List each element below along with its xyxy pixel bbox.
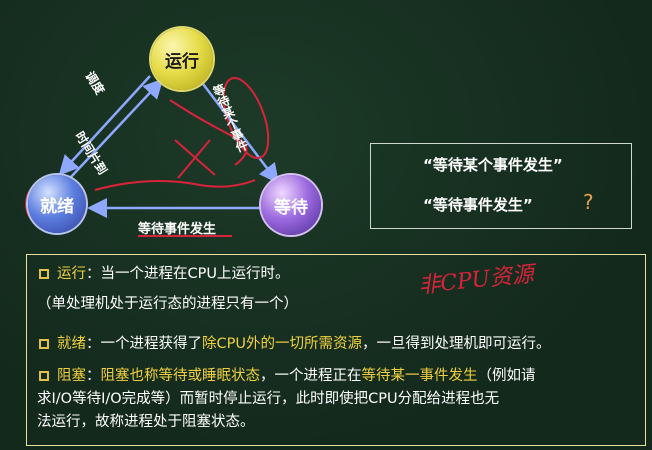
- running-desc: ：当一个进程在CPU上运行时。: [86, 266, 290, 282]
- def-running: 运行：当一个进程在CPU上运行时。: [27, 263, 289, 285]
- blocked-line-3: 法运行，故称进程处于阻塞状态。: [37, 414, 255, 430]
- blocked-highlight-2: 等待某一事件发生: [361, 368, 478, 384]
- ready-desc-b: ，一旦得到处理机即可运行。: [361, 336, 551, 352]
- edge-label-event-occurs: 等待事件发生: [138, 222, 217, 237]
- def-blocked: 阻塞：阻塞也称等待或睡眠状态，一个进程正在等待某一事件发生（例如请: [27, 365, 536, 387]
- blocked-desc-c: （例如请: [477, 368, 536, 384]
- ready-desc-a: ：一个进程获得了: [86, 336, 202, 352]
- blocked-desc-a: ：: [86, 368, 101, 384]
- node-waiting: 等待: [261, 175, 321, 235]
- definitions-box: 运行：当一个进程在CPU上运行时。 （单处理机处于运行态的进程只有一个） 就绪：…: [26, 254, 646, 446]
- note-box: “等待某个事件发生” “等待事件发生” ?: [370, 143, 632, 229]
- def-ready: 就绪：一个进程获得了除CPU外的一切所需资源，一旦得到处理机即可运行。: [27, 333, 550, 355]
- bullet-icon: [39, 269, 49, 279]
- note-line-1: “等待某个事件发生”: [423, 156, 563, 174]
- ready-highlight: 除CPU外的一切所需资源: [202, 336, 362, 352]
- term-blocked: 阻塞: [57, 368, 86, 384]
- bullet-icon: [39, 371, 49, 381]
- note-line-2: “等待事件发生”: [423, 196, 533, 214]
- blocked-highlight-1: 阻塞也称等待或睡眠状态: [100, 368, 261, 384]
- question-mark: ?: [583, 190, 594, 214]
- term-ready: 就绪: [57, 336, 86, 352]
- term-running: 运行: [57, 266, 86, 282]
- blocked-desc-b: ，一个进程正在: [260, 368, 362, 384]
- bullet-icon: [39, 339, 49, 349]
- node-ready: 就绪: [28, 175, 86, 233]
- running-note: （单处理机处于运行态的进程只有一个）: [37, 296, 298, 312]
- arrow-timeout: [58, 75, 151, 176]
- blocked-line-2: 求I/O等待I/O完成等）而暂时停止运行，此时即使把CPU分配给进程也无: [37, 391, 500, 407]
- node-running: 运行: [151, 28, 213, 90]
